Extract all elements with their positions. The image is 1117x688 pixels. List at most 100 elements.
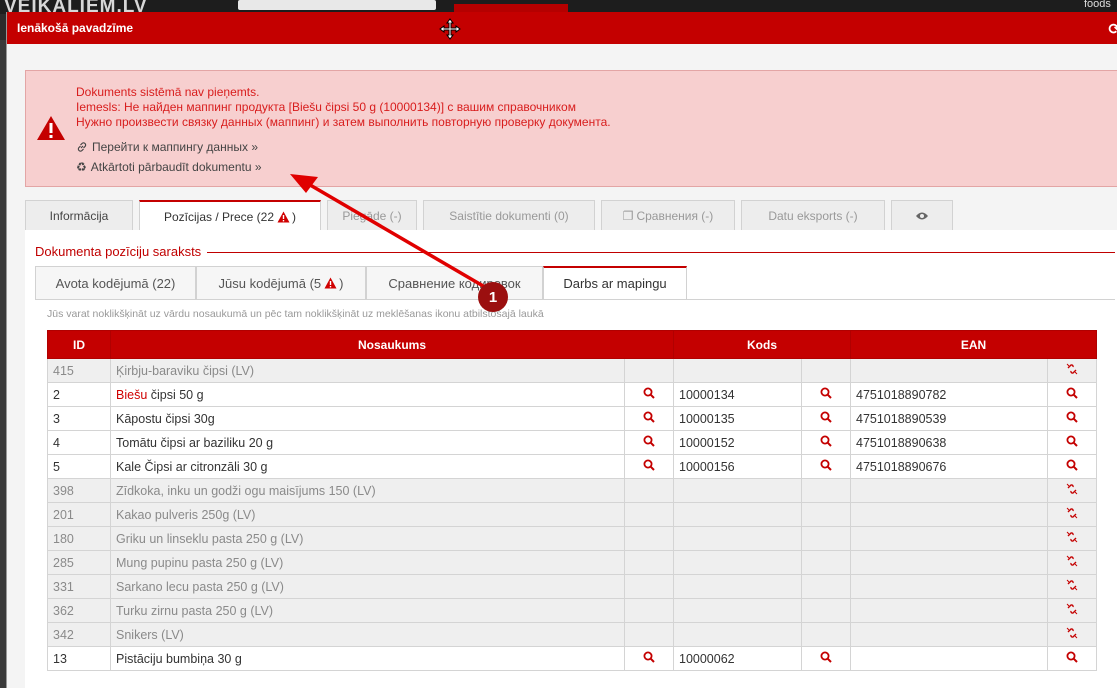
cell-name-search[interactable] (624, 430, 674, 455)
unlink-icon[interactable] (1066, 603, 1078, 618)
tab-delivery[interactable]: Piegāde (-) (327, 200, 417, 230)
table-row[interactable]: 5 Kale Čipsi ar citronzāli 30 g 10000156 47… (47, 454, 1097, 479)
table-row[interactable]: 13 Pistāciju bumbiņa 30 g 10000062 (47, 646, 1097, 671)
cell-name-search[interactable] (624, 574, 674, 599)
product-name[interactable]: Mung pupinu pasta 250 g (LV) (116, 556, 283, 570)
table-row[interactable]: 331 Sarkano lecu pasta 250 g (LV) (47, 574, 1097, 599)
cell-name[interactable]: Pistāciju bumbiņa 30 g (110, 646, 625, 671)
product-name[interactable]: Kakao pulveris 250g (LV) (116, 508, 255, 522)
cell-name[interactable]: Zīdkoka, inku un godži ogu maisījums 150… (110, 478, 625, 503)
tab-data-export[interactable]: Datu eksports (-) (741, 200, 885, 230)
cell-name[interactable]: Kakao pulveris 250g (LV) (110, 502, 625, 527)
table-row[interactable]: 201 Kakao pulveris 250g (LV) (47, 502, 1097, 527)
cell-ean-action[interactable] (1047, 502, 1097, 527)
product-name[interactable]: Snikers (LV) (116, 628, 184, 642)
cell-ean-action[interactable] (1047, 478, 1097, 503)
cell-code-search[interactable] (801, 406, 851, 431)
search-icon[interactable] (1066, 387, 1078, 402)
search-icon[interactable] (820, 411, 832, 426)
cell-name-search[interactable] (624, 478, 674, 503)
search-icon[interactable] (643, 435, 655, 450)
cell-name-search[interactable] (624, 358, 674, 383)
subtab-source-coding[interactable]: Avota kodējumā (22) (35, 266, 196, 299)
move-cursor-icon[interactable] (439, 18, 461, 40)
cell-ean-action[interactable] (1047, 646, 1097, 671)
tab-related-documents[interactable]: Saistītie dokumenti (0) (423, 200, 595, 230)
search-icon[interactable] (643, 459, 655, 474)
modal-header[interactable]: Ienākošā pavadzīme ⟳ (7, 12, 1117, 44)
product-name[interactable]: Pistāciju bumbiņa 30 g (116, 652, 242, 666)
unlink-icon[interactable] (1066, 531, 1078, 546)
tab-information[interactable]: Informācija (25, 200, 133, 230)
search-icon[interactable] (1066, 651, 1078, 666)
search-icon[interactable] (643, 411, 655, 426)
subtab-mapping-work[interactable]: Darbs ar mapingu (543, 266, 687, 299)
cell-name-search[interactable] (624, 502, 674, 527)
cell-code-search[interactable] (801, 646, 851, 671)
cell-name[interactable]: Kale Čipsi ar citronzāli 30 g (110, 454, 625, 479)
tab-preview[interactable] (891, 200, 953, 230)
product-name[interactable]: Turku zirnu pasta 250 g (LV) (116, 604, 273, 618)
cell-code-search[interactable] (801, 358, 851, 383)
product-name-highlight[interactable]: Biešu (116, 388, 147, 402)
product-name[interactable]: Tomātu čipsi ar baziliku 20 g (116, 436, 273, 450)
cell-name-search[interactable] (624, 406, 674, 431)
cell-name-search[interactable] (624, 526, 674, 551)
cell-code-search[interactable] (801, 478, 851, 503)
cell-ean-action[interactable] (1047, 550, 1097, 575)
unlink-icon[interactable] (1066, 579, 1078, 594)
product-name[interactable]: Kale Čipsi ar citronzāli 30 g (116, 460, 267, 474)
cell-name[interactable]: Snikers (LV) (110, 622, 625, 647)
cell-ean-action[interactable] (1047, 598, 1097, 623)
product-name[interactable]: Sarkano lecu pasta 250 g (LV) (116, 580, 284, 594)
table-row[interactable]: 4 Tomātu čipsi ar baziliku 20 g 10000152 47… (47, 430, 1097, 455)
cell-name[interactable]: Turku zirnu pasta 250 g (LV) (110, 598, 625, 623)
search-icon[interactable] (1066, 459, 1078, 474)
table-row[interactable]: 342 Snikers (LV) (47, 622, 1097, 647)
table-row[interactable]: 2 Biešu čipsi 50 g 10000134 4751018890782 (47, 382, 1097, 407)
product-name[interactable]: Kāpostu čipsi 30g (116, 412, 215, 426)
cell-ean-action[interactable] (1047, 454, 1097, 479)
cell-name-search[interactable] (624, 598, 674, 623)
product-name[interactable]: čipsi 50 g (147, 388, 204, 402)
cell-ean-action[interactable] (1047, 430, 1097, 455)
search-icon[interactable] (643, 387, 655, 402)
subtab-your-coding[interactable]: Jūsu kodējumā (5 ) (196, 266, 366, 299)
tab-positions[interactable]: Pozīcijas / Prece (22 ) (139, 200, 321, 231)
cell-code-search[interactable] (801, 598, 851, 623)
cell-name-search[interactable] (624, 646, 674, 671)
cell-code-search[interactable] (801, 526, 851, 551)
cell-name[interactable]: Mung pupinu pasta 250 g (LV) (110, 550, 625, 575)
cell-code-search[interactable] (801, 574, 851, 599)
search-icon[interactable] (820, 387, 832, 402)
search-icon[interactable] (1066, 411, 1078, 426)
cell-code-search[interactable] (801, 622, 851, 647)
table-row[interactable]: 3 Kāpostu čipsi 30g 10000135 4751018890539 (47, 406, 1097, 431)
unlink-icon[interactable] (1066, 507, 1078, 522)
cell-ean-action[interactable] (1047, 622, 1097, 647)
product-name[interactable]: Ķirbju-baraviku čipsi (LV) (116, 364, 254, 378)
cell-name[interactable]: Ķirbju-baraviku čipsi (LV) (110, 358, 625, 383)
cell-ean-action[interactable] (1047, 358, 1097, 383)
search-icon[interactable] (820, 459, 832, 474)
cell-code-search[interactable] (801, 550, 851, 575)
cell-code-search[interactable] (801, 502, 851, 527)
tab-comparisons[interactable]: ❐ Сравнения (-) (601, 200, 735, 230)
cell-name[interactable]: Sarkano lecu pasta 250 g (LV) (110, 574, 625, 599)
cell-ean-action[interactable] (1047, 574, 1097, 599)
unlink-icon[interactable] (1066, 627, 1078, 642)
cell-name[interactable]: Tomātu čipsi ar baziliku 20 g (110, 430, 625, 455)
search-icon[interactable] (820, 435, 832, 450)
cell-name[interactable]: Kāpostu čipsi 30g (110, 406, 625, 431)
subtab-coding-comparison[interactable]: Сравнение кодировок (366, 266, 543, 299)
table-row[interactable]: 180 Griku un linseklu pasta 250 g (LV) (47, 526, 1097, 551)
product-name[interactable]: Griku un linseklu pasta 250 g (LV) (116, 532, 303, 546)
cell-name[interactable]: Biešu čipsi 50 g (110, 382, 625, 407)
cell-code-search[interactable] (801, 454, 851, 479)
cell-name-search[interactable] (624, 622, 674, 647)
unlink-icon[interactable] (1066, 555, 1078, 570)
cell-name[interactable]: Griku un linseklu pasta 250 g (LV) (110, 526, 625, 551)
cell-code-search[interactable] (801, 430, 851, 455)
refresh-icon[interactable]: ⟳ (1108, 20, 1117, 38)
cell-name-search[interactable] (624, 382, 674, 407)
